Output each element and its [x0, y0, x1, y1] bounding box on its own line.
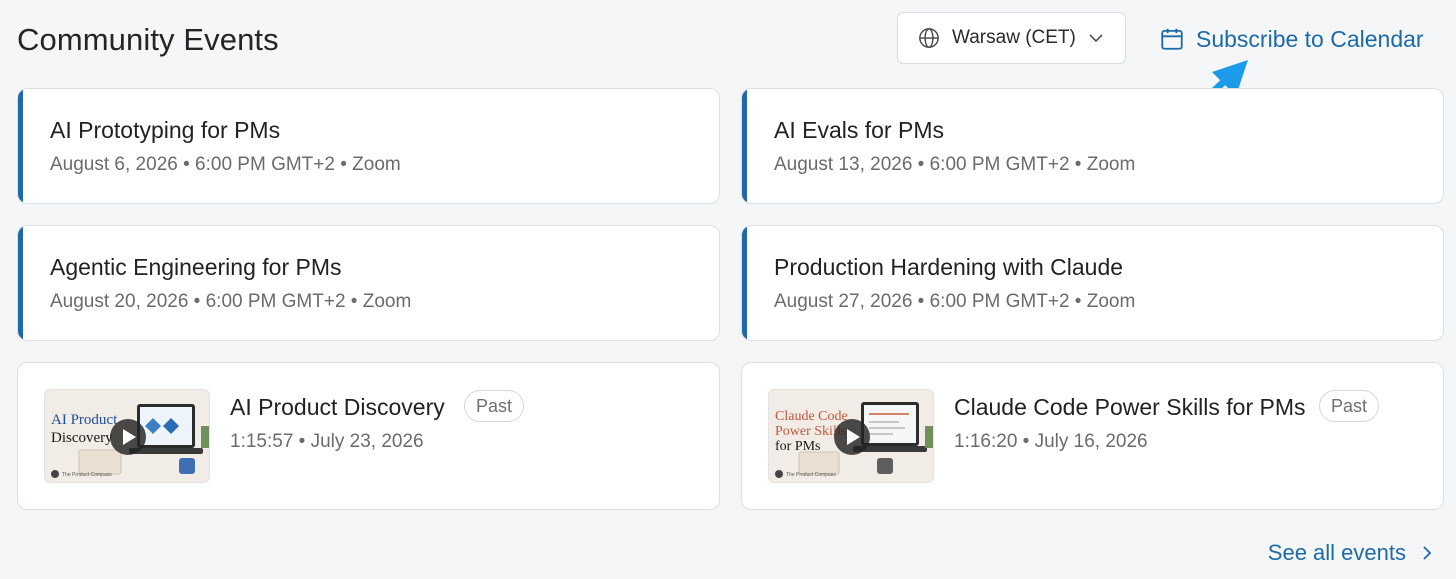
- page-title: Community Events: [17, 22, 279, 57]
- video-thumbnail[interactable]: Claude Code Power Skills for PMs The Pro…: [768, 389, 934, 483]
- past-badge: Past: [1319, 390, 1380, 422]
- globe-icon: [918, 27, 940, 49]
- recording-card[interactable]: AI Product Discovery The Product Compass…: [17, 362, 720, 510]
- thumbnail-footer: The Product Compass: [62, 472, 112, 478]
- event-title: AI Prototyping for PMs: [50, 117, 281, 143]
- recording-meta: 1:15:57 • July 23, 2026: [230, 431, 424, 452]
- play-icon: [834, 419, 870, 455]
- timezone-value: Warsaw (CET): [952, 27, 1076, 48]
- chevron-right-icon: [1418, 544, 1436, 562]
- recording-title: Claude Code Power Skills for PMs: [954, 394, 1306, 420]
- event-meta: August 27, 2026 • 6:00 PM GMT+2 • Zoom: [774, 291, 1136, 312]
- event-card[interactable]: AI Evals for PMs August 13, 2026 • 6:00 …: [741, 88, 1444, 204]
- subscribe-calendar-link[interactable]: Subscribe to Calendar: [1159, 23, 1424, 55]
- recording-card[interactable]: Claude Code Power Skills for PMs The Pro…: [741, 362, 1444, 510]
- recording-meta: 1:16:20 • July 16, 2026: [954, 431, 1148, 452]
- event-card[interactable]: Production Hardening with Claude August …: [741, 225, 1444, 341]
- chevron-down-icon: [1087, 29, 1105, 47]
- thumbnail-footer: The Product Compass: [786, 472, 836, 478]
- event-card[interactable]: Agentic Engineering for PMs August 20, 2…: [17, 225, 720, 341]
- event-card[interactable]: AI Prototyping for PMs August 6, 2026 • …: [17, 88, 720, 204]
- event-meta: August 13, 2026 • 6:00 PM GMT+2 • Zoom: [774, 154, 1136, 175]
- timezone-select[interactable]: Warsaw (CET): [897, 12, 1126, 64]
- subscribe-label: Subscribe to Calendar: [1196, 25, 1424, 52]
- thumbnail-title-line: Discovery: [51, 430, 113, 446]
- event-meta: August 20, 2026 • 6:00 PM GMT+2 • Zoom: [50, 291, 412, 312]
- thumbnail-title-line: AI Product: [51, 412, 118, 428]
- event-title: Agentic Engineering for PMs: [50, 254, 342, 280]
- community-events-page: Community Events Warsaw (CET) Subscribe …: [0, 0, 1456, 579]
- event-title: AI Evals for PMs: [774, 117, 944, 143]
- video-thumbnail[interactable]: AI Product Discovery The Product Compass: [44, 389, 210, 483]
- event-title: Production Hardening with Claude: [774, 254, 1124, 280]
- calendar-icon: [1159, 26, 1185, 52]
- recording-title: AI Product Discovery: [230, 394, 445, 420]
- see-all-label: See all events: [1267, 540, 1406, 565]
- see-all-events-link[interactable]: See all events: [1268, 540, 1436, 566]
- event-meta: August 6, 2026 • 6:00 PM GMT+2 • Zoom: [50, 154, 401, 175]
- thumbnail-title-line: Claude Code: [775, 409, 848, 424]
- play-icon: [110, 419, 146, 455]
- past-badge: Past: [464, 390, 525, 422]
